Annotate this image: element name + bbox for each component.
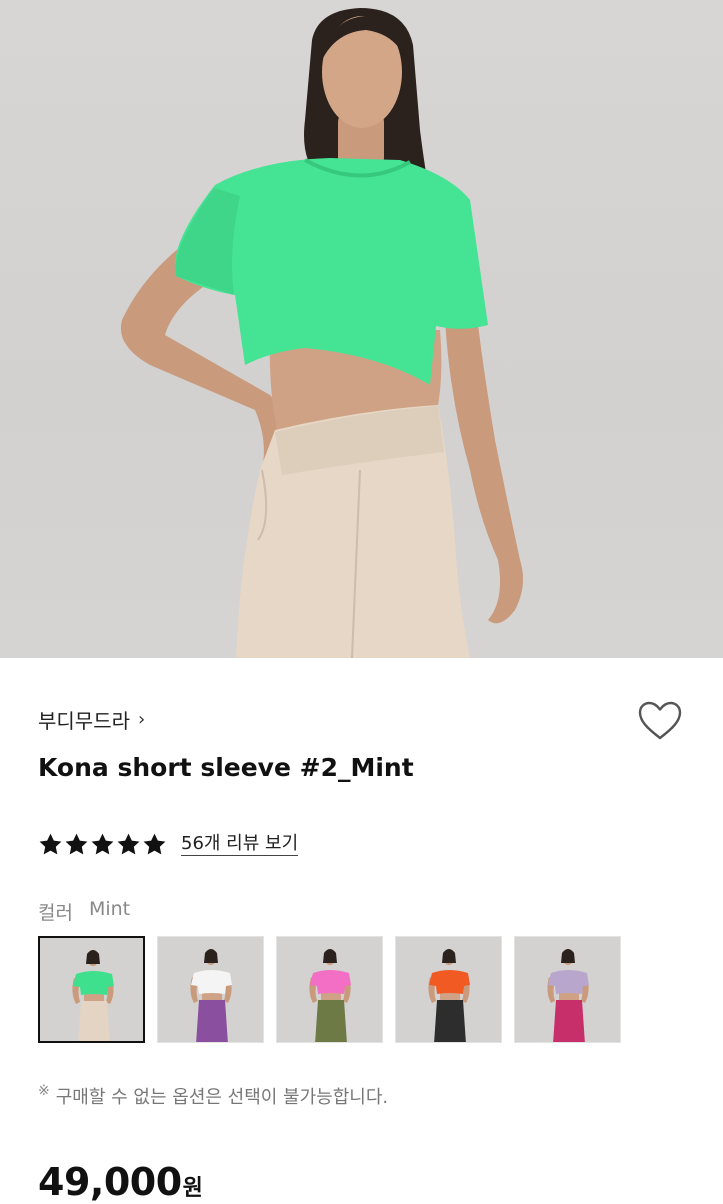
reviews-link[interactable]: 56개 리뷰 보기	[181, 833, 299, 856]
color-swatch-list	[38, 936, 621, 1043]
product-hero-image[interactable]	[0, 0, 723, 658]
color-swatch-orange[interactable]	[395, 936, 502, 1043]
product-title: Kona short sleeve #2_Mint	[38, 753, 414, 782]
notice-text: 구매할 수 없는 옵션은 선택이 불가능합니다.	[55, 1087, 389, 1108]
star-icon	[117, 833, 140, 854]
selected-color: Mint	[88, 898, 131, 920]
color-swatch-mint[interactable]	[38, 936, 145, 1043]
swatch-model-thumbnail	[277, 937, 382, 1042]
color-option-label: 컬러 Mint	[38, 898, 130, 925]
color-label: 컬러	[38, 902, 73, 924]
option-notice: ※ 구매할 수 없는 옵션은 선택이 불가능합니다.	[38, 1083, 388, 1109]
price-unit: 원	[182, 1176, 203, 1201]
swatch-model-thumbnail	[515, 937, 620, 1042]
star-icon	[39, 833, 62, 854]
brand-name: 부디무드라	[38, 708, 130, 733]
reference-mark-icon: ※	[38, 1083, 50, 1099]
rating-row: 56개 리뷰 보기	[38, 828, 299, 860]
wishlist-heart-button[interactable]	[637, 700, 683, 742]
heart-icon	[638, 701, 682, 740]
color-swatch-white[interactable]	[157, 936, 264, 1043]
chevron-right-icon: ›	[138, 708, 146, 730]
star-icon	[65, 833, 88, 854]
price-value: 49,000	[38, 1160, 182, 1204]
swatch-model-thumbnail	[40, 938, 143, 1041]
color-swatch-lavender[interactable]	[514, 936, 621, 1043]
star-icon	[91, 833, 114, 854]
brand-link[interactable]: 부디무드라 ›	[38, 704, 145, 734]
price: 49,000 원	[38, 1160, 203, 1204]
star-rating	[38, 832, 167, 857]
star-icon	[143, 833, 166, 854]
swatch-model-thumbnail	[396, 937, 501, 1042]
model-illustration	[120, 8, 524, 658]
swatch-model-thumbnail	[158, 937, 263, 1042]
color-swatch-pink[interactable]	[276, 936, 383, 1043]
